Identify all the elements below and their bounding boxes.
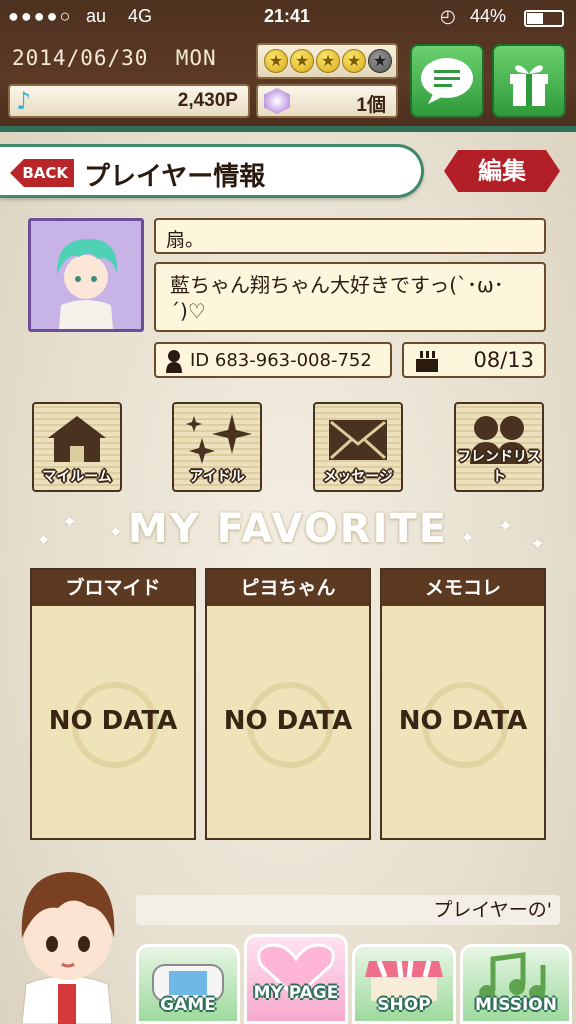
house-icon [48, 416, 106, 462]
birthday-box: 08/13 [402, 342, 546, 378]
items-display: 1個 [256, 84, 398, 118]
favorite-heading: MY FAVORITE [127, 506, 449, 552]
music-note-icon: ♪ [16, 87, 32, 115]
idol-label: アイドル [189, 469, 245, 485]
edit-button[interactable]: 編集 [444, 150, 560, 192]
friend-list-label: フレンドリスト [457, 449, 541, 485]
memocolle-card[interactable]: メモコレ NO DATA [380, 568, 546, 840]
player-id: ID 683-963-008-752 [190, 350, 372, 371]
star-icon: ★ [290, 49, 314, 73]
card-title: ピヨちゃん [207, 570, 369, 606]
date-display: 2014/06/30 MON [12, 46, 217, 70]
chat-button[interactable] [410, 44, 484, 118]
nav-mission[interactable]: MISSION [460, 944, 572, 1024]
battery-icon [524, 10, 564, 27]
mascot-character [21, 872, 115, 1024]
rank-stars: ★ ★ ★ ★ ★ [256, 43, 398, 79]
star-icon: ★ [264, 49, 288, 73]
avatar-portrait [31, 221, 141, 329]
signal-icon: ●●●●○ [8, 6, 73, 26]
idol-button[interactable]: アイドル [172, 402, 262, 492]
nav-my-page-label: MY PAGE [253, 983, 339, 1003]
clock: 21:41 [264, 6, 311, 26]
speech-bubble-icon [421, 58, 473, 104]
nav-my-page[interactable]: MY PAGE [244, 934, 348, 1024]
nav-game-label: GAME [160, 995, 216, 1015]
message-label: メッセージ [323, 469, 393, 485]
card-title: ブロマイド [32, 570, 194, 606]
friend-list-button[interactable]: フレンドリスト [454, 402, 544, 492]
top-bar: ●●●●○ au 4G 21:41 ◴ 44% 2014/06/30 MON ★… [0, 0, 576, 132]
star-empty-icon: ★ [368, 49, 392, 73]
my-room-label: マイルーム [42, 469, 112, 485]
player-name: 扇。 [154, 218, 546, 254]
points-display: ♪ 2,430P [8, 84, 250, 118]
person-icon [166, 350, 182, 373]
nav-shop-label: SHOP [377, 995, 431, 1015]
nav-shop[interactable]: SHOP [352, 944, 456, 1024]
player-id-box: ID 683-963-008-752 [154, 342, 392, 378]
network-label: 4G [128, 6, 153, 26]
bromide-card[interactable]: ブロマイド NO DATA [30, 568, 196, 840]
items-value: 1個 [356, 95, 386, 116]
star-icon: ★ [316, 49, 340, 73]
nav-game[interactable]: GAME [136, 944, 240, 1024]
birthday-value: 08/13 [473, 348, 534, 372]
carrier-label: au [86, 6, 107, 26]
weekday-text: MON [175, 46, 217, 70]
message-button[interactable]: メッセージ [313, 402, 403, 492]
crystal-icon [264, 88, 290, 114]
gift-button[interactable] [492, 44, 566, 118]
player-message: 藍ちゃん翔ちゃん大好きですっ(`･ω･´)♡ [154, 262, 546, 332]
sparkle-icon [186, 414, 252, 464]
battery-percent: 44% [470, 6, 507, 26]
page-title: プレイヤー情報 [84, 162, 266, 192]
my-room-button[interactable]: マイルーム [32, 402, 122, 492]
player-avatar[interactable] [28, 218, 144, 332]
piyo-card[interactable]: ピヨちゃん NO DATA [205, 568, 371, 840]
speech-ticker: プレイヤーの' [136, 895, 560, 925]
app-screen: ●●●●○ au 4G 21:41 ◴ 44% 2014/06/30 MON ★… [0, 0, 576, 1024]
back-button[interactable]: BACK [10, 159, 74, 187]
date-text: 2014/06/30 [12, 46, 149, 70]
points-value: 2,430P [177, 90, 238, 111]
envelope-icon [329, 420, 387, 460]
no-data-label: NO DATA [398, 706, 528, 736]
rotation-lock-icon: ◴ [440, 6, 456, 26]
gift-icon [510, 65, 548, 106]
cake-icon [416, 351, 438, 372]
no-data-label: NO DATA [48, 706, 178, 736]
card-title: メモコレ [382, 570, 544, 606]
page-header: BACK プレイヤー情報 [0, 144, 424, 198]
nav-mission-label: MISSION [475, 995, 557, 1015]
no-data-label: NO DATA [223, 706, 353, 736]
star-icon: ★ [342, 49, 366, 73]
